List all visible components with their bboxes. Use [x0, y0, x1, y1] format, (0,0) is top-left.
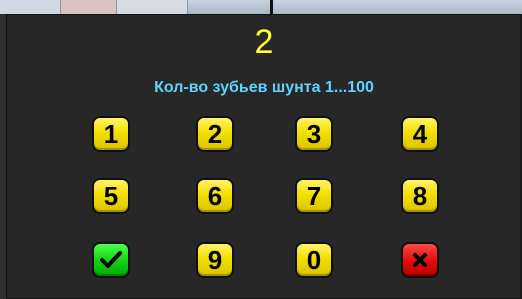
checkmark-icon: [100, 251, 122, 268]
key-9[interactable]: 9: [198, 244, 232, 276]
background-tab: [117, 0, 188, 14]
key-4[interactable]: 4: [403, 118, 437, 150]
key-1[interactable]: 1: [94, 118, 128, 150]
background-window-strip: [0, 0, 522, 18]
confirm-button[interactable]: [94, 244, 128, 276]
numeric-keypad-dialog: 2 Кол-во зубьев шунта 1...100 1 2 3 4 5 …: [6, 14, 522, 299]
key-0[interactable]: 0: [297, 244, 331, 276]
prompt-label: Кол-во зубьев шунта 1...100: [154, 79, 374, 96]
key-5[interactable]: 5: [94, 180, 128, 212]
close-icon: [413, 253, 427, 267]
key-8[interactable]: 8: [403, 180, 437, 212]
background-tab: [61, 0, 117, 14]
key-2[interactable]: 2: [198, 118, 232, 150]
key-3[interactable]: 3: [297, 118, 331, 150]
screen: 2 Кол-во зубьев шунта 1...100 1 2 3 4 5 …: [0, 0, 522, 299]
cancel-button[interactable]: [403, 244, 437, 276]
key-7[interactable]: 7: [297, 180, 331, 212]
entered-value-display: 2: [254, 23, 274, 61]
key-6[interactable]: 6: [198, 180, 232, 212]
background-tab: [0, 0, 61, 14]
